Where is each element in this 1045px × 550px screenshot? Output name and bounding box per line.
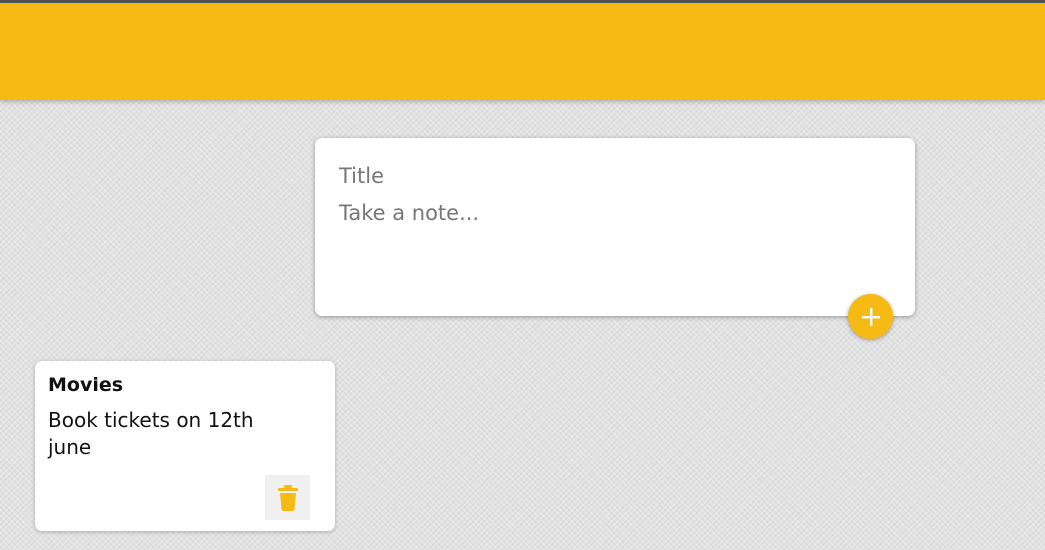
- note-title: Movies: [48, 374, 124, 396]
- create-note-form: [315, 138, 915, 316]
- add-note-button[interactable]: [848, 294, 893, 339]
- note-card: Movies Book tickets on 12th june: [35, 361, 335, 531]
- trash-icon: [277, 484, 298, 511]
- note-title-input[interactable]: [339, 162, 879, 190]
- note-content-input[interactable]: [339, 201, 879, 291]
- delete-note-button[interactable]: [265, 475, 310, 520]
- app-header: [0, 0, 1045, 100]
- note-content: Book tickets on 12th june: [48, 408, 254, 459]
- plus-icon: [861, 307, 880, 326]
